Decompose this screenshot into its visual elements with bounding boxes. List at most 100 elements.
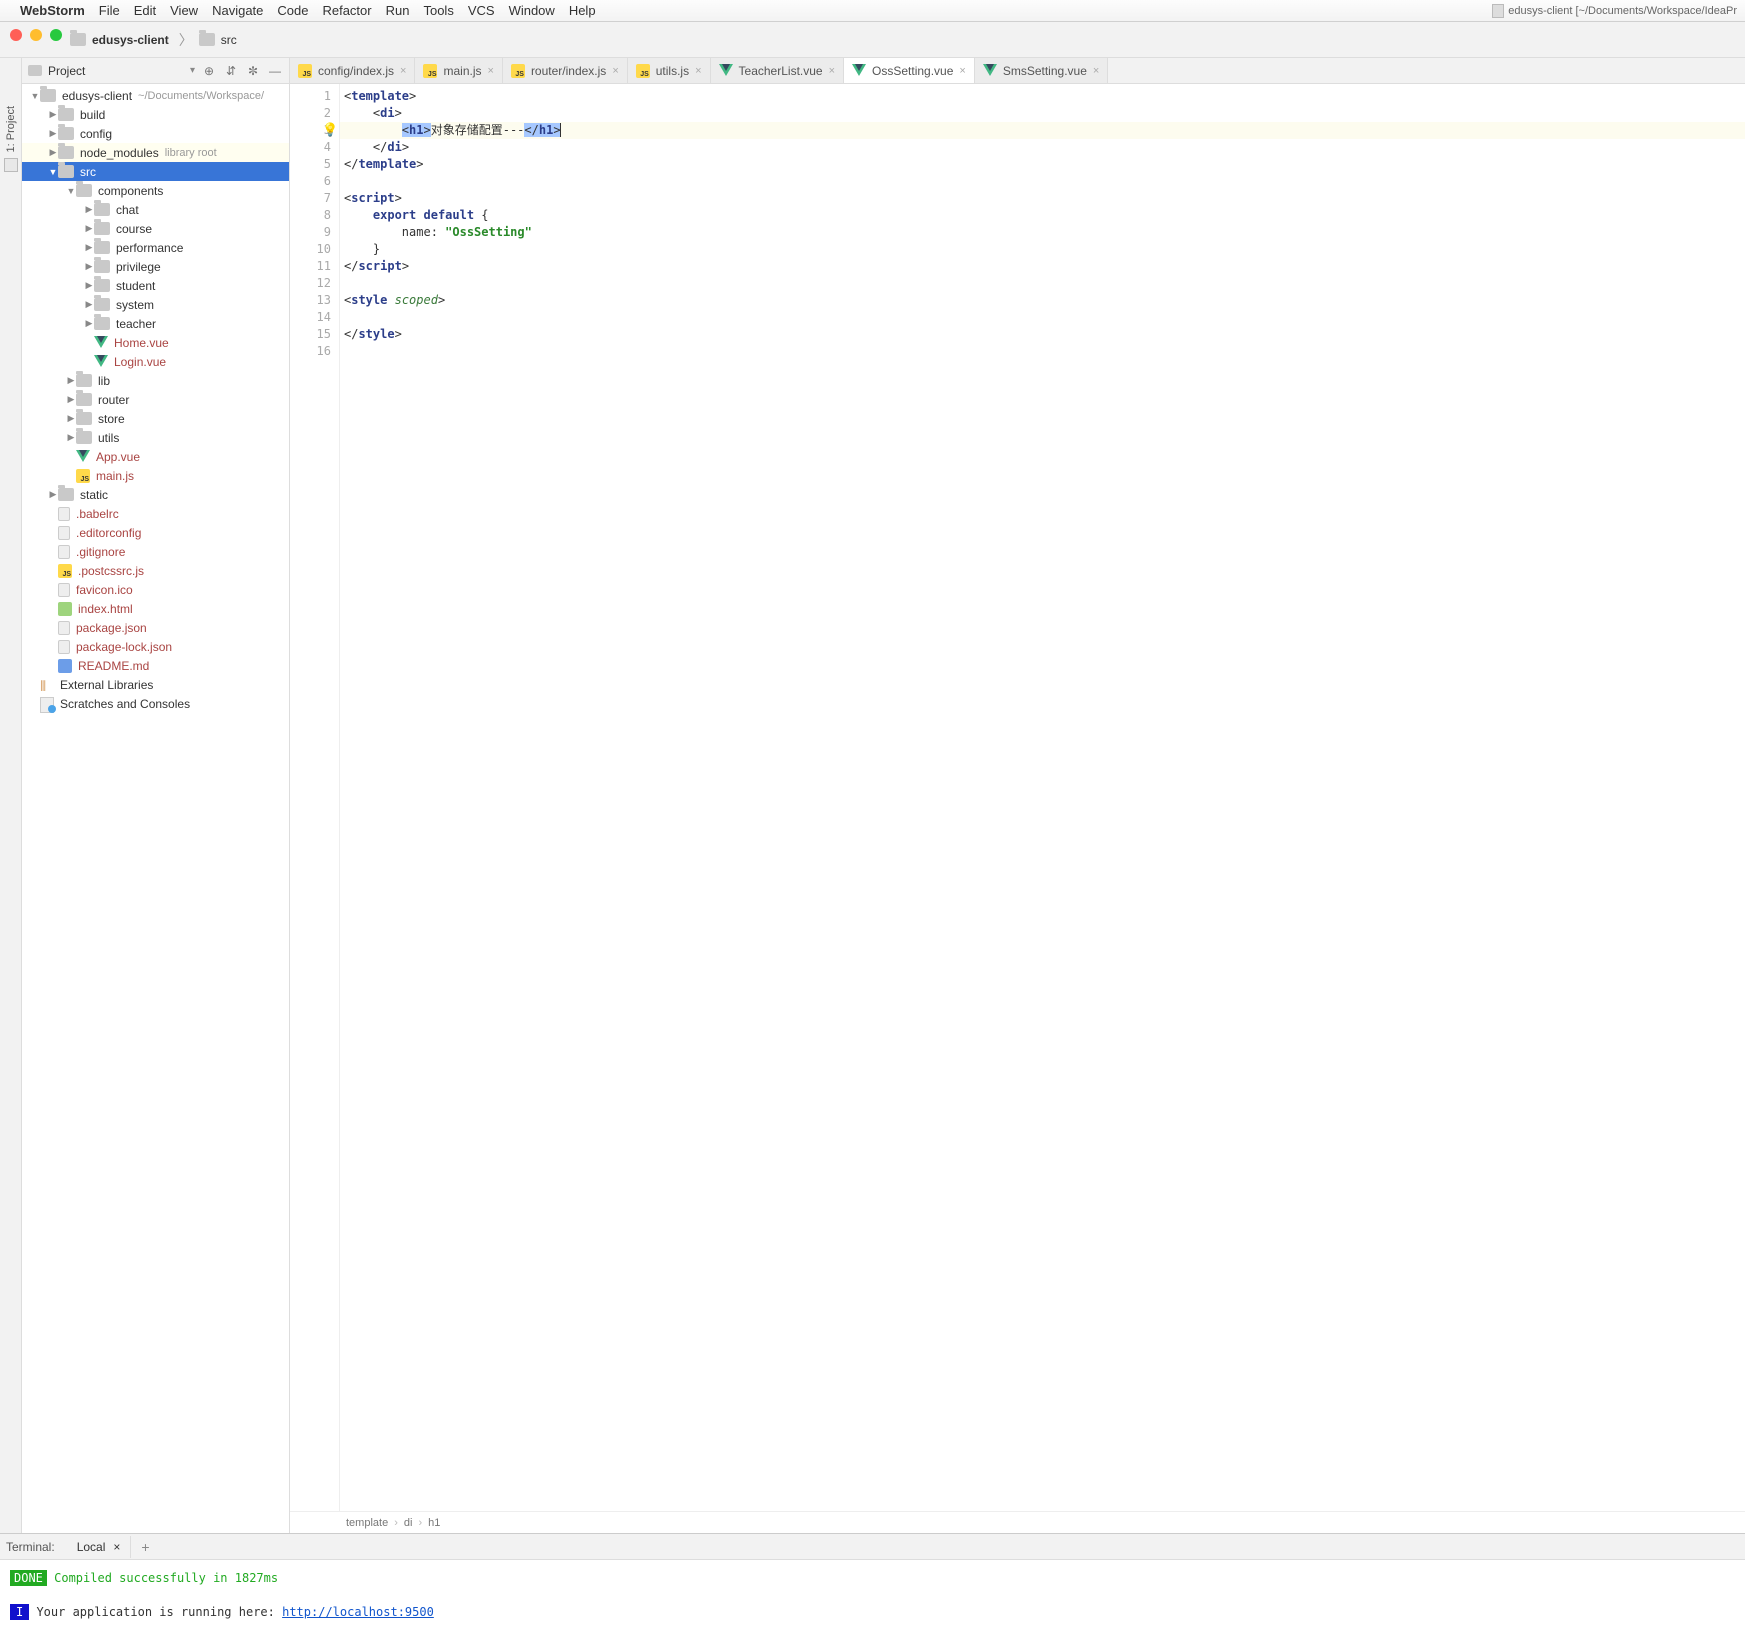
menu-edit[interactable]: Edit [134,3,156,18]
tree-node-package-lock-json[interactable]: package-lock.json [22,637,289,656]
tree-node--babelrc[interactable]: .babelrc [22,504,289,523]
editor-tab-smssetting-vue[interactable]: SmsSetting.vue× [975,58,1108,83]
expand-arrow-icon[interactable]: ▶ [84,280,94,291]
minimize-window-button[interactable] [30,29,42,41]
tree-node-performance[interactable]: ▶performance [22,238,289,257]
tree-node-scratches-and-consoles[interactable]: Scratches and Consoles [22,694,289,713]
editor-tab-teacherlist-vue[interactable]: TeacherList.vue× [711,58,844,83]
tree-node-utils[interactable]: ▶utils [22,428,289,447]
expand-arrow-icon[interactable]: ▶ [66,413,76,424]
expand-arrow-icon[interactable]: ▶ [48,109,58,120]
tree-node-src[interactable]: ▼src [22,162,289,181]
gear-icon[interactable]: ✼ [245,63,261,79]
tree-node-external-libraries[interactable]: External Libraries [22,675,289,694]
code-editor[interactable]: 12345678910111213141516 <template> <di> … [290,84,1745,1511]
tree-node-course[interactable]: ▶course [22,219,289,238]
menu-code[interactable]: Code [277,3,308,18]
menu-help[interactable]: Help [569,3,596,18]
tree-node-favicon-ico[interactable]: favicon.ico [22,580,289,599]
tree-node--gitignore[interactable]: .gitignore [22,542,289,561]
tree-node-privilege[interactable]: ▶privilege [22,257,289,276]
expand-arrow-icon[interactable]: ▶ [48,128,58,139]
expand-arrow-icon[interactable]: ▶ [84,223,94,234]
tree-node-main-js[interactable]: main.js [22,466,289,485]
expand-arrow-icon[interactable]: ▶ [84,318,94,329]
crumb[interactable]: h1 [428,1517,440,1529]
tree-node-components[interactable]: ▼components [22,181,289,200]
menu-view[interactable]: View [170,3,198,18]
tree-node-student[interactable]: ▶student [22,276,289,295]
expand-arrow-icon[interactable]: ▶ [84,299,94,310]
tree-node--editorconfig[interactable]: .editorconfig [22,523,289,542]
close-tab-icon[interactable]: × [488,65,494,77]
project-panel-title[interactable]: Project [48,64,186,78]
tree-node-chat[interactable]: ▶chat [22,200,289,219]
close-tab-icon[interactable]: × [400,65,406,77]
crumb[interactable]: di [404,1517,413,1529]
editor-tab-utils-js[interactable]: utils.js× [628,58,711,83]
close-tab-icon[interactable]: × [695,65,701,77]
tree-node-home-vue[interactable]: Home.vue [22,333,289,352]
expand-arrow-icon[interactable]: ▶ [66,394,76,405]
tree-node-store[interactable]: ▶store [22,409,289,428]
close-tab-icon[interactable]: × [959,65,965,77]
tree-node-package-json[interactable]: package.json [22,618,289,637]
new-terminal-button[interactable]: + [131,1539,159,1555]
breadcrumb-root[interactable]: edusys-client [70,33,169,47]
editor-tab-config-index-js[interactable]: config/index.js× [290,58,415,83]
menu-vcs[interactable]: VCS [468,3,495,18]
editor-tab-osssetting-vue[interactable]: OssSetting.vue× [844,58,975,83]
collapse-icon[interactable]: ⇵ [223,63,239,79]
zoom-window-button[interactable] [50,29,62,41]
hide-icon[interactable]: — [267,63,283,79]
breadcrumb-child[interactable]: src [199,33,237,47]
menu-window[interactable]: Window [509,3,555,18]
tree-node-login-vue[interactable]: Login.vue [22,352,289,371]
tree-node-app-vue[interactable]: App.vue [22,447,289,466]
menu-refactor[interactable]: Refactor [322,3,371,18]
expand-arrow-icon[interactable]: ▶ [84,242,94,253]
tree-node-build[interactable]: ▶build [22,105,289,124]
tree-node-static[interactable]: ▶static [22,485,289,504]
tree-node-index-html[interactable]: index.html [22,599,289,618]
terminal-tab-local[interactable]: Local × [67,1536,132,1558]
expand-arrow-icon[interactable]: ▶ [84,204,94,215]
intention-bulb-icon[interactable]: 💡 [322,122,338,139]
close-tab-icon[interactable]: × [612,65,618,77]
close-tab-icon[interactable]: × [829,65,835,77]
editor-tab-router-index-js[interactable]: router/index.js× [503,58,628,83]
expand-arrow-icon[interactable]: ▶ [48,147,58,158]
locate-icon[interactable]: ⊕ [201,63,217,79]
app-url-link[interactable]: http://localhost:9500 [282,1605,434,1619]
expand-arrow-icon[interactable]: ▶ [66,432,76,443]
tree-node-teacher[interactable]: ▶teacher [22,314,289,333]
expand-arrow-icon[interactable]: ▶ [84,261,94,272]
close-tab-icon[interactable]: × [1093,65,1099,77]
tree-node-lib[interactable]: ▶lib [22,371,289,390]
menu-file[interactable]: File [99,3,120,18]
expand-arrow-icon[interactable]: ▼ [66,186,76,196]
tree-node-config[interactable]: ▶config [22,124,289,143]
crumb[interactable]: template [346,1517,388,1529]
menu-tools[interactable]: Tools [423,3,453,18]
expand-arrow-icon[interactable]: ▶ [66,375,76,386]
expand-arrow-icon[interactable]: ▼ [48,167,58,177]
code-content[interactable]: <template> <di> 💡 <h1>对象存储配置---</h1> </d… [340,84,1745,1511]
close-window-button[interactable] [10,29,22,41]
close-icon[interactable]: × [113,1540,120,1554]
expand-arrow-icon[interactable]: ▶ [48,489,58,500]
editor-tab-main-js[interactable]: main.js× [415,58,502,83]
expand-arrow-icon[interactable]: ▼ [30,91,40,101]
chevron-down-icon[interactable]: ▾ [190,65,195,76]
tree-node-system[interactable]: ▶system [22,295,289,314]
tree-node--postcssrc-js[interactable]: .postcssrc.js [22,561,289,580]
structure-tool-tab[interactable] [4,158,18,172]
tree-node-router[interactable]: ▶router [22,390,289,409]
tree-node-edusys-client[interactable]: ▼edusys-client~/Documents/Workspace/ [22,86,289,105]
menu-navigate[interactable]: Navigate [212,3,263,18]
project-tree[interactable]: ▼edusys-client~/Documents/Workspace/▶bui… [22,84,289,1533]
menu-run[interactable]: Run [386,3,410,18]
terminal-output[interactable]: DONE Compiled successfully in 1827ms I Y… [0,1560,1745,1646]
project-tool-tab[interactable]: 1: Project [5,106,17,152]
tree-node-readme-md[interactable]: README.md [22,656,289,675]
